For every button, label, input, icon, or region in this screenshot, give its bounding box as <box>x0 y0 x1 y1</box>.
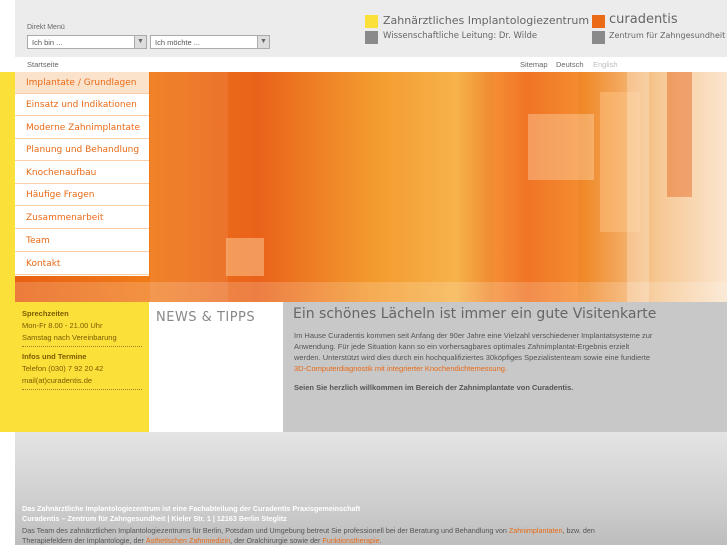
nav-item-team[interactable]: Team <box>15 230 149 252</box>
language-english-link[interactable]: English <box>593 60 618 69</box>
chevron-down-icon: ▼ <box>134 36 146 48</box>
ich-bin-select-value: Ich bin ... <box>32 38 63 47</box>
footer-description: Das Team des zahnärztlichen Implantologi… <box>22 526 712 545</box>
welcome-text: Seien Sie herzlich willkommen im Bereich… <box>294 383 574 392</box>
divider <box>22 389 142 390</box>
nav-item-kontakt[interactable]: Kontakt <box>15 253 149 275</box>
footer-text: . <box>379 536 382 545</box>
logo-orange-square-icon <box>592 15 605 28</box>
page-title: Ein schönes Lächeln ist immer ein gute V… <box>293 306 657 322</box>
logo-gray-square-icon <box>592 31 605 44</box>
yellow-side-strip <box>0 72 15 432</box>
logo-gray-square-icon <box>365 31 378 44</box>
aesthetische-zahnmedizin-link[interactable]: Ästhetischen Zahnmedizin <box>146 536 230 545</box>
nav-item-haeufige-fragen[interactable]: Häufige Fragen <box>15 184 149 206</box>
logo-yellow-square-icon <box>365 15 378 28</box>
breadcrumb-startseite[interactable]: Startseite <box>27 60 59 69</box>
implantologiezentrum-logo-subtitle: Wissenschaftliche Leitung: Dr. Wilde <box>383 31 538 41</box>
main-navigation: Implantate / Grundlagen Einsatz und Indi… <box>15 72 149 276</box>
hours-saturday: Samstag nach Vereinbarung <box>22 333 117 342</box>
nav-item-zusammenarbeit[interactable]: Zusammenarbeit <box>15 207 149 229</box>
sprechzeiten-heading: Sprechzeiten <box>22 309 69 318</box>
email-address[interactable]: mail(at)curadentis.de <box>22 376 92 385</box>
3d-diagnostik-link[interactable]: 3D-Computerdiagnostik mit integrierter K… <box>294 363 684 375</box>
sub-bar <box>15 57 727 72</box>
footer-address-line: Curadentis – Zentrum für Zahngesundheit … <box>22 514 287 523</box>
footer-text: Therapiefeldern der Implantologie, der <box>22 536 146 545</box>
infos-termine-heading: Infos und Termine <box>22 352 87 361</box>
zahnimplantaten-link[interactable]: Zahnimplantaten <box>509 526 563 535</box>
curadentis-logo-title[interactable]: curadentis <box>609 12 678 27</box>
language-deutsch-link[interactable]: Deutsch <box>556 60 584 69</box>
nav-item-einsatz-indikationen[interactable]: Einsatz und Indikationen <box>15 94 149 116</box>
hours-weekdays: Mon-Fr 8.00 - 21.00 Uhr <box>22 321 103 330</box>
nav-item-moderne-zahnimplantate[interactable]: Moderne Zahnimplantate <box>15 117 149 139</box>
nav-item-knochenaufbau[interactable]: Knochenaufbau <box>15 162 149 184</box>
intro-line-3: werden. Unterstützt wird dies durch ein … <box>294 353 651 362</box>
sitemap-link[interactable]: Sitemap <box>520 60 548 69</box>
direkt-menu-label: Direkt Menü <box>27 24 65 31</box>
news-tipps-heading[interactable]: NEWS & TIPPS <box>156 310 255 325</box>
phone-number: Telefon (030) 7 92 20 42 <box>22 364 104 373</box>
intro-line-1: Im Hause Curadentis kommen seit Anfang d… <box>294 331 653 340</box>
ich-bin-select[interactable]: Ich bin ... ▼ <box>27 35 147 49</box>
divider <box>22 346 142 347</box>
nav-item-planung-behandlung[interactable]: Planung und Behandlung <box>15 139 149 161</box>
footer-text: Das Team des zahnärztlichen Implantologi… <box>22 526 509 535</box>
intro-line-2: Anwendung. Für jede Situation kann so ei… <box>294 342 630 351</box>
footer-org-line: Das Zahnärztliche Implantologiezentrum i… <box>22 504 361 513</box>
footer-text: , bzw. den <box>562 526 595 535</box>
footer-text: , der Oralchirurgie sowie der <box>230 536 323 545</box>
nav-item-implantate-grundlagen[interactable]: Implantate / Grundlagen <box>15 72 149 94</box>
funktionstherapie-link[interactable]: Funktionstherapie <box>322 536 379 545</box>
implantologiezentrum-logo-title[interactable]: Zahnärztliches Implantologiezentrum <box>383 14 589 27</box>
chevron-down-icon: ▼ <box>257 36 269 48</box>
ich-moechte-select-value: Ich möchte ... <box>155 38 201 47</box>
ich-moechte-select[interactable]: Ich möchte ... ▼ <box>150 35 270 49</box>
curadentis-logo-subtitle: Zentrum für Zahngesundheit <box>609 31 726 40</box>
